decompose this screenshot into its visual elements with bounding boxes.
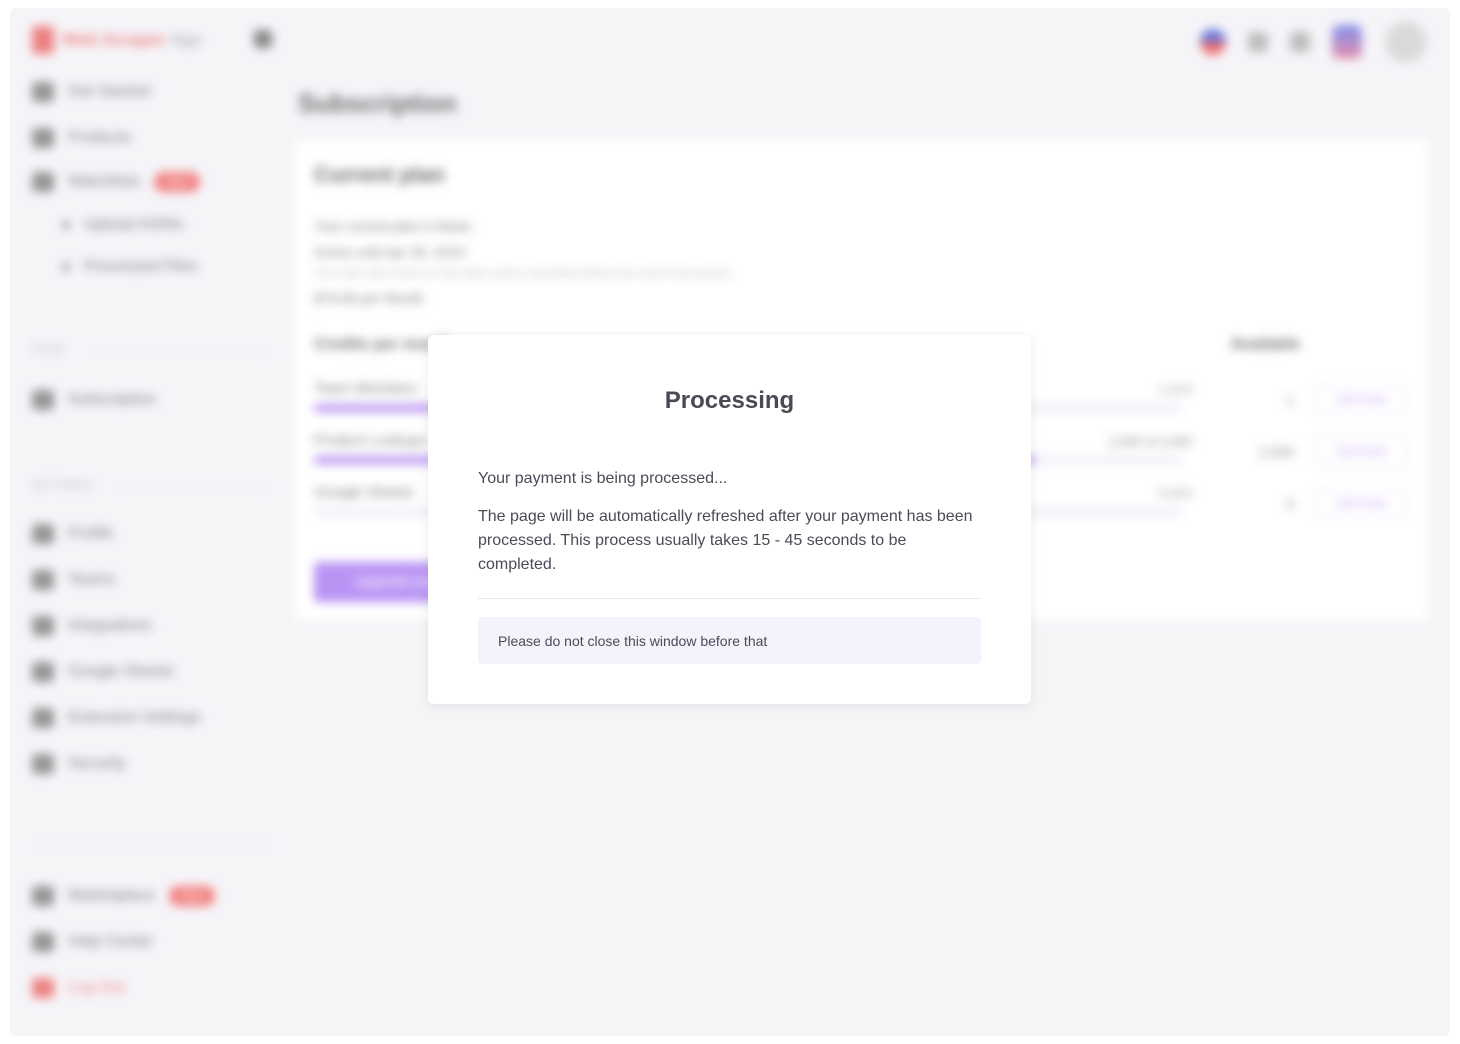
modal-status-text: Your payment is being processed... — [478, 470, 728, 487]
modal-warning-note: Please do not close this window before t… — [478, 617, 981, 664]
modal-divider — [478, 598, 981, 599]
modal-title: Processing — [664, 387, 795, 414]
modal-description: The page will be automatically refreshed… — [478, 508, 973, 573]
modal-note-text: Please do not close this window before t… — [498, 632, 768, 649]
processing-modal: Processing Your payment is being process… — [428, 335, 1031, 704]
